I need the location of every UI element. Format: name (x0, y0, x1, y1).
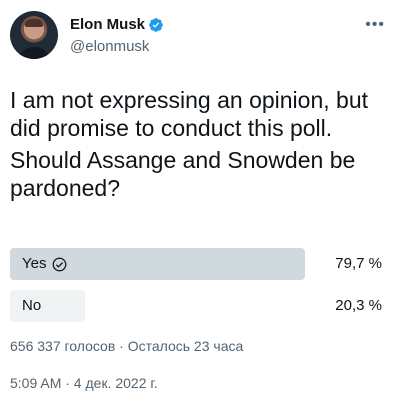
author-name[interactable]: Elon Musk (70, 16, 145, 33)
poll-option-text: Yes (22, 255, 47, 272)
tweet-text: I am not expressing an opinion, but did … (10, 87, 369, 141)
poll-question: Should Assange and Snowden be pardoned? (10, 147, 356, 201)
tweet-body: I am not expressing an opinion, but did … (10, 86, 395, 202)
verified-badge-icon (149, 17, 163, 32)
author-name-row: Elon Musk (70, 16, 164, 33)
more-options-icon[interactable]: ••• (365, 16, 385, 34)
poll-option-yes[interactable]: Yes 79,7 % (10, 248, 390, 280)
avatar-hair (25, 19, 43, 27)
avatar-shirt (16, 47, 52, 59)
checkmark-circle-icon (53, 257, 67, 271)
poll: Yes 79,7 % No 20,3 % (10, 248, 390, 332)
author-handle[interactable]: @elonmusk (70, 38, 149, 55)
poll-meta: 656 337 голосов · Осталось 23 часа (10, 338, 244, 354)
tweet-timestamp[interactable]: 5:09 AM · 4 дек. 2022 г. (10, 375, 158, 391)
poll-option-label: No (22, 290, 41, 322)
poll-percent-yes: 79,7 % (335, 255, 382, 272)
poll-percent-no: 20,3 % (335, 297, 382, 314)
avatar[interactable] (10, 11, 58, 59)
tweet-header: Elon Musk @elonmusk ••• (10, 8, 395, 60)
poll-option-no[interactable]: No 20,3 % (10, 290, 390, 322)
poll-option-label: Yes (22, 248, 67, 280)
poll-option-text: No (22, 297, 42, 314)
